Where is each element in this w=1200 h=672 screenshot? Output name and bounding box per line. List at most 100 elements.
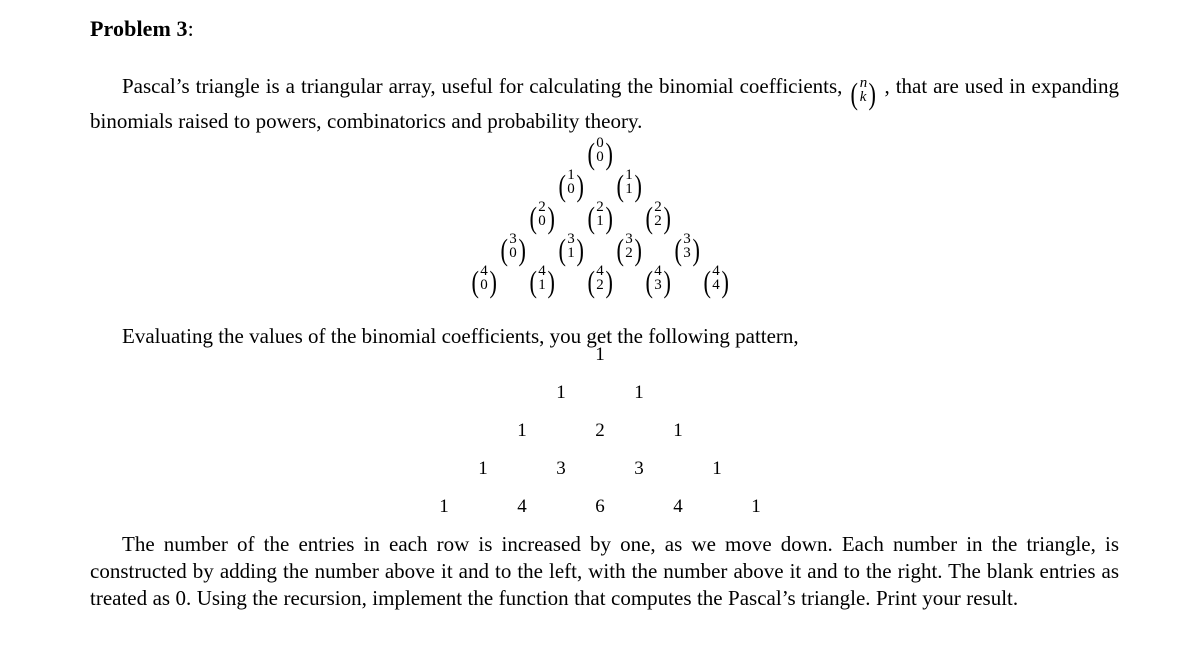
binom-stack: 20 (538, 199, 546, 229)
left-paren-glyph: ( (529, 200, 537, 236)
symbolic-triangle-cell: (4 2) (571, 263, 629, 300)
binom-top: 4 (712, 263, 720, 279)
symbolic-row-inner: (4 0)(4 1)(4 2)(4 3)(4 4) (455, 263, 745, 300)
binom-bottom: 3 (683, 245, 691, 262)
left-paren-glyph: ( (529, 264, 537, 300)
binomial-coefficient: (0 0) (586, 135, 614, 172)
numeric-triangle-row: 1 2 1 (0, 420, 1200, 458)
right-paren-glyph: ) (489, 264, 497, 300)
binom-stack: 43 (654, 263, 662, 294)
binom-stack: 44 (712, 263, 720, 293)
left-paren-glyph: ( (645, 200, 653, 236)
numeric-triangle-cell: 2 (595, 420, 605, 441)
symbolic-triangle-cell: (1 1) (600, 167, 658, 201)
binom-stack: 22 (654, 199, 662, 230)
binom-bottom: 0 (567, 181, 575, 198)
right-paren-glyph: ) (518, 232, 526, 268)
symbolic-triangle-row: (2 0)(2 1)(2 2) (0, 199, 1200, 236)
symbolic-triangle-cell: (3 2) (600, 231, 658, 268)
left-paren-glyph: ( (587, 200, 595, 236)
symbolic-triangle-cell: (0 0) (571, 135, 629, 172)
binom-stack: 40 (480, 263, 488, 294)
right-paren-glyph: ) (605, 200, 613, 236)
final-paragraph-text: The number of the entries in each row is… (90, 532, 1119, 610)
binomial-coefficient: (2 2) (644, 199, 672, 236)
binomial-coefficient: (3 2) (615, 231, 643, 268)
right-paren-glyph: ) (663, 200, 671, 236)
binom-top: 1 (567, 167, 575, 183)
symbolic-triangle-cell: (3 0) (484, 231, 542, 268)
numeric-triangle-cell: 1 (556, 382, 566, 403)
binom-stack: 00 (596, 135, 604, 165)
binom-stack: 32 (625, 231, 633, 261)
left-paren-glyph: ( (645, 264, 653, 300)
binom-top: 3 (509, 231, 517, 247)
left-paren-glyph: ( (587, 136, 595, 172)
binom-bottom: 0 (480, 277, 488, 294)
binom-stack: 30 (509, 231, 517, 261)
binom-bottom: 2 (596, 277, 604, 294)
binom-bottom: 1 (596, 213, 604, 230)
binom-top: n (859, 74, 868, 91)
symbolic-triangle-cell: (1 0) (542, 167, 600, 204)
binom-top: 4 (596, 263, 604, 279)
right-paren-glyph: ) (576, 232, 584, 268)
binom-top: 2 (538, 199, 546, 215)
left-paren-glyph: ( (850, 75, 859, 111)
numeric-triangle-cell: 1 (634, 382, 644, 403)
document-page: Problem 3: Pascal’s triangle is a triang… (0, 0, 1200, 672)
numeric-triangle-cell: 4 (673, 496, 683, 517)
symbolic-row-inner: (0 0) (571, 135, 629, 172)
binom-bottom: 2 (654, 213, 662, 230)
symbolic-triangle-row: (3 0)(3 1)(3 2)(3 3) (0, 231, 1200, 268)
symbolic-triangle-cell: (4 4) (687, 263, 745, 297)
numeric-triangle-cell: 1 (595, 344, 605, 365)
numeric-triangle-cell: 1 (712, 458, 722, 479)
binomial-coefficient: (4 1) (528, 263, 556, 300)
numeric-triangle-cell: 1 (439, 496, 449, 517)
numeric-triangle-row: 1 4 6 4 1 (0, 496, 1200, 534)
right-paren-glyph: ) (547, 264, 555, 300)
binom-bottom: 3 (654, 277, 662, 294)
binom-bottom: 1 (567, 245, 575, 262)
symbolic-triangle-cell: (2 1) (571, 199, 629, 236)
problem-label: Problem 3 (90, 16, 188, 41)
symbolic-triangle-cell: (3 1) (542, 231, 600, 268)
symbolic-triangle-row: (0 0) (0, 135, 1200, 172)
left-paren-glyph: ( (616, 232, 624, 268)
binomial-coefficient: (1 0) (557, 167, 585, 204)
right-paren-glyph: ) (605, 264, 613, 300)
left-paren-glyph: ( (471, 264, 479, 300)
left-paren-glyph: ( (558, 168, 566, 204)
binom-top: 4 (480, 263, 488, 279)
intro-text-before-binom: Pascal’s triangle is a triangular array,… (122, 74, 849, 98)
numeric-triangle-row: 1 3 3 1 (0, 458, 1200, 496)
numeric-triangle-cell: 1 (478, 458, 488, 479)
symbolic-row-inner: (1 0)(1 1) (542, 167, 658, 204)
binom-stack: 31 (567, 231, 575, 262)
binomial-coefficient: (4 2) (586, 263, 614, 300)
symbolic-triangle-row: (4 0)(4 1)(4 2)(4 3)(4 4) (0, 263, 1200, 300)
numeric-row-inner: 1 3 3 1 (444, 458, 756, 480)
symbolic-triangle-cell: (3 3) (658, 231, 716, 265)
binomial-coefficient: (4 3) (644, 263, 672, 300)
binomial-coefficient: (4 0) (470, 263, 498, 300)
binomial-coefficient: (3 0) (499, 231, 527, 268)
binom-stack: 10 (567, 167, 575, 198)
right-paren-glyph: ) (576, 168, 584, 204)
symbolic-triangle-cell: (4 3) (629, 263, 687, 300)
binomial-coefficient: (3 3) (673, 231, 701, 265)
binom-top: 3 (683, 231, 691, 247)
intro-paragraph: Pascal’s triangle is a triangular array,… (90, 73, 1119, 135)
binomial-coefficient: (4 4) (702, 263, 730, 297)
binomial-coefficient: (3 1) (557, 231, 585, 268)
numeric-triangle-row: 1 (0, 344, 1200, 382)
numeric-triangle-cell: 3 (634, 458, 644, 479)
right-paren-glyph: ) (605, 136, 613, 172)
numeric-triangle-cell: 6 (595, 496, 605, 517)
binom-stack: 11 (625, 167, 633, 197)
symbolic-triangle-cell: (2 2) (629, 199, 687, 236)
symbolic-triangle-row: (1 0)(1 1) (0, 167, 1200, 204)
symbolic-pascals-triangle: (0 0)(1 0)(1 1)(2 0)(2 1)(2 2)(3 0)(3 1)(3 2)(3 3)… (0, 135, 1200, 300)
numeric-row-inner: 1 2 1 (483, 420, 717, 442)
